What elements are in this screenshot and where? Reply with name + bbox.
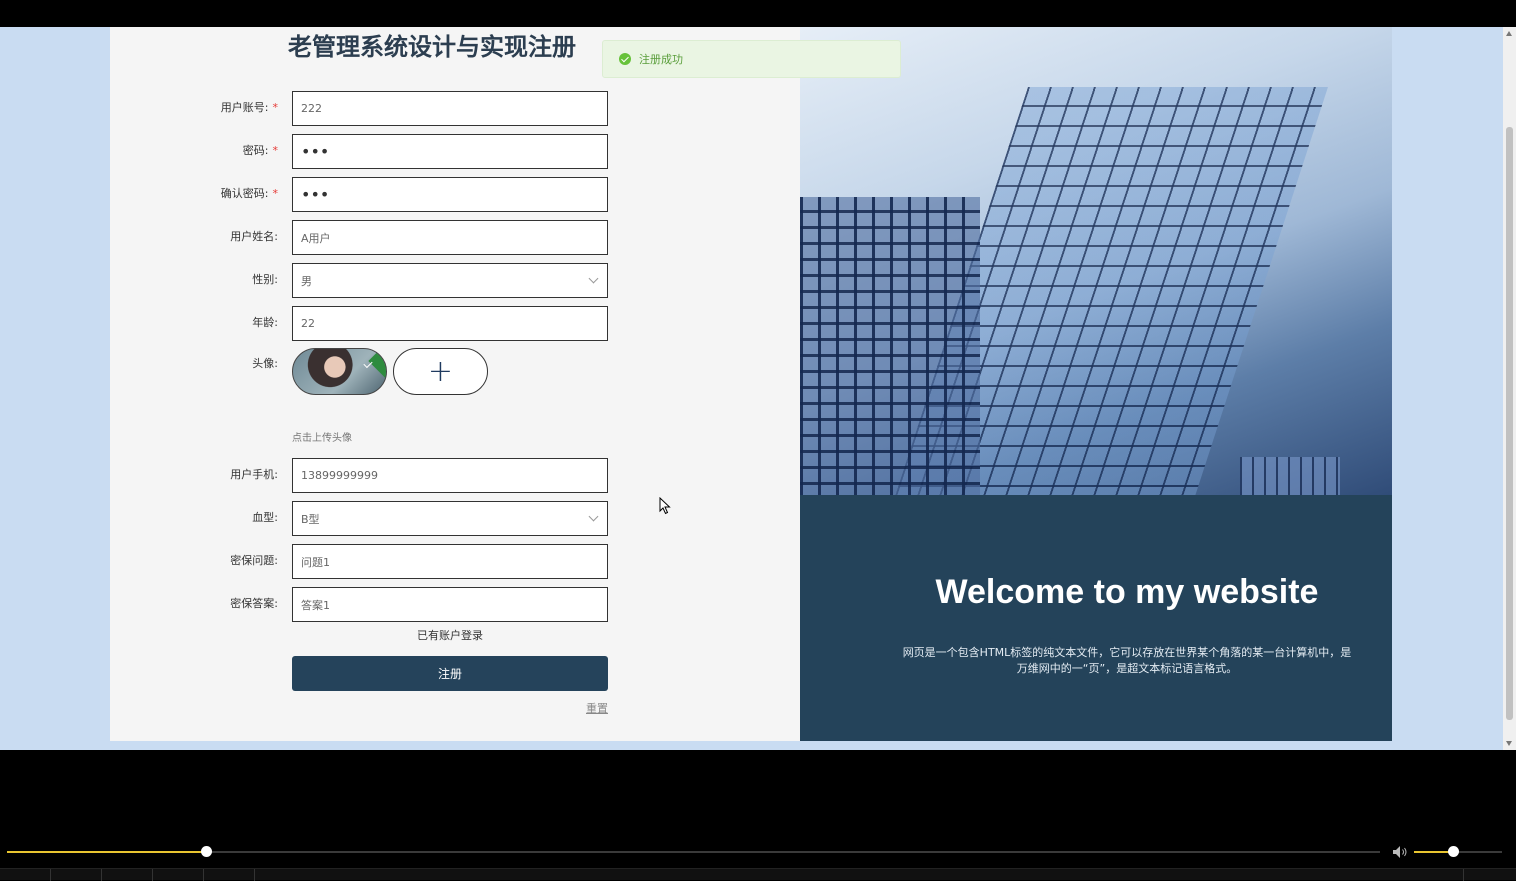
account-row: 用户账号: * 222 bbox=[110, 91, 800, 127]
age-input[interactable]: 22 bbox=[292, 306, 608, 341]
scroll-up-icon[interactable] bbox=[1506, 31, 1512, 36]
age-label: 年龄: bbox=[252, 316, 278, 329]
success-toast: 注册成功 bbox=[602, 40, 901, 78]
bottom-strip bbox=[0, 868, 1516, 881]
strip-divider bbox=[101, 869, 102, 881]
success-corner bbox=[368, 349, 386, 381]
confirm-password-row: 确认密码: * ••• bbox=[110, 177, 800, 213]
seek-progress bbox=[7, 851, 207, 853]
upload-avatar-button[interactable]: + bbox=[393, 348, 488, 395]
strip-divider bbox=[254, 869, 255, 881]
strip-divider bbox=[203, 869, 204, 881]
gender-row: 性别: 男 bbox=[110, 263, 800, 299]
avatar-row: 头像: + bbox=[110, 347, 800, 397]
strip-divider bbox=[50, 869, 51, 881]
video-player-controls bbox=[0, 750, 1516, 881]
volume-handle[interactable] bbox=[1447, 846, 1459, 857]
welcome-title: Welcome to my website bbox=[935, 573, 1319, 611]
register-button[interactable]: 注册 bbox=[292, 656, 608, 691]
login-link[interactable]: 已有账户登录 bbox=[292, 627, 608, 643]
mouse-cursor-icon bbox=[659, 497, 671, 515]
blood-type-value: B型 bbox=[301, 512, 320, 526]
blood-type-select[interactable]: B型 bbox=[292, 501, 608, 536]
seek-bar[interactable] bbox=[7, 846, 1380, 857]
welcome-panel: Welcome to my website 网页是一个包含HTML标签的纯文本文… bbox=[800, 495, 1392, 741]
chevron-down-icon bbox=[588, 273, 599, 284]
avatar-label: 头像: bbox=[252, 357, 278, 370]
confirm-password-input[interactable]: ••• bbox=[292, 177, 608, 212]
age-row: 年龄: 22 bbox=[110, 306, 800, 342]
chevron-down-icon bbox=[588, 511, 599, 522]
security-question-row: 密保问题: 问题1 bbox=[110, 544, 800, 580]
password-row: 密码: * ••• bbox=[110, 134, 800, 170]
confirm-password-label: 确认密码: * bbox=[220, 187, 278, 200]
account-input[interactable]: 222 bbox=[292, 91, 608, 126]
welcome-description: 网页是一个包含HTML标签的纯文本文件，它可以存放在世界某个角落的某一台计算机中… bbox=[902, 646, 1352, 675]
security-answer-input[interactable]: 答案1 bbox=[292, 587, 608, 622]
avatar-preview[interactable] bbox=[292, 348, 387, 395]
name-input[interactable]: A用户 bbox=[292, 220, 608, 255]
welcome-pane: Welcome to my website 网页是一个包含HTML标签的纯文本文… bbox=[800, 27, 1392, 741]
blood-type-row: 血型: B型 bbox=[110, 501, 800, 537]
phone-row: 用户手机: 13899999999 bbox=[110, 458, 800, 494]
security-answer-row: 密保答案: 答案1 bbox=[110, 587, 800, 623]
blood-type-label: 血型: bbox=[252, 511, 278, 524]
tower-graphic bbox=[1240, 457, 1340, 495]
check-icon bbox=[363, 358, 373, 369]
scroll-down-icon[interactable] bbox=[1506, 741, 1512, 746]
tower-graphic bbox=[800, 197, 980, 495]
scroll-thumb[interactable] bbox=[1506, 127, 1513, 720]
security-question-input[interactable]: 问题1 bbox=[292, 544, 608, 579]
volume-slider[interactable] bbox=[1414, 846, 1502, 857]
register-card: 老管理系统设计与实现注册 用户账号: * 222 密码: * ••• 确认密码: * … bbox=[110, 27, 1392, 741]
upload-hint: 点击上传头像 bbox=[292, 433, 352, 444]
account-label: 用户账号: * bbox=[220, 101, 278, 114]
strip-divider bbox=[1463, 869, 1464, 881]
gender-value: 男 bbox=[301, 274, 312, 288]
vertical-scrollbar[interactable] bbox=[1503, 27, 1516, 750]
volume-icon[interactable] bbox=[1392, 845, 1408, 859]
security-answer-label: 密保答案: bbox=[230, 597, 278, 610]
plus-icon: + bbox=[427, 354, 454, 389]
gender-select[interactable]: 男 bbox=[292, 263, 608, 298]
toast-message: 注册成功 bbox=[639, 53, 683, 66]
register-form-pane: 老管理系统设计与实现注册 用户账号: * 222 密码: * ••• 确认密码: * … bbox=[110, 27, 800, 741]
volume-level bbox=[1414, 851, 1453, 853]
security-question-label: 密保问题: bbox=[230, 554, 278, 567]
phone-label: 用户手机: bbox=[230, 468, 278, 481]
seek-handle[interactable] bbox=[201, 846, 213, 857]
password-input[interactable]: ••• bbox=[292, 134, 608, 169]
top-black-bar bbox=[0, 0, 1516, 27]
phone-input[interactable]: 13899999999 bbox=[292, 458, 608, 493]
password-label: 密码: * bbox=[242, 144, 278, 157]
browser-viewport: 老管理系统设计与实现注册 用户账号: * 222 密码: * ••• 确认密码: * … bbox=[0, 27, 1516, 750]
page-title: 老管理系统设计与实现注册 bbox=[288, 33, 576, 59]
name-row: 用户姓名: A用户 bbox=[110, 220, 800, 256]
strip-divider bbox=[152, 869, 153, 881]
skyscraper-image bbox=[800, 27, 1392, 495]
success-check-icon bbox=[619, 53, 631, 65]
gender-label: 性别: bbox=[252, 273, 278, 286]
reset-link[interactable]: 重置 bbox=[586, 700, 608, 716]
name-label: 用户姓名: bbox=[230, 230, 278, 243]
